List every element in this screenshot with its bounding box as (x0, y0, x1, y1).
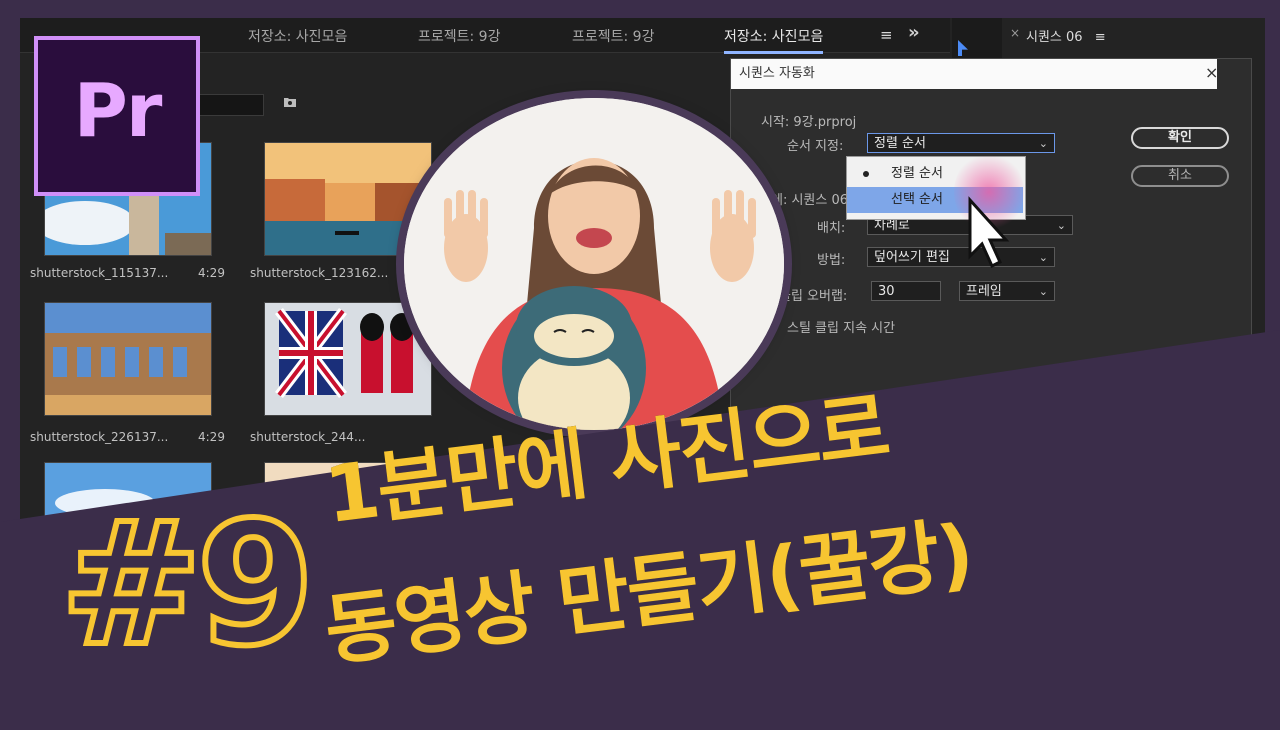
chevron-down-icon: ⌄ (1056, 219, 1066, 232)
tab-bin-photos[interactable]: 저장소: 사진모음 (248, 26, 347, 46)
clip-thumbnail[interactable] (44, 302, 212, 416)
tab-menu-icon[interactable]: ≡ (880, 26, 893, 44)
ordering-label: 순서 지정: (787, 139, 844, 154)
clip-name: shutterstock_226137... (30, 430, 169, 444)
clip-duration: 4:29 (198, 266, 225, 280)
overlap-unit-value: 프레임 (966, 284, 1002, 299)
method-value: 덮어쓰기 편집 (874, 250, 950, 265)
tab-overflow-icon[interactable]: » (908, 22, 920, 43)
close-icon[interactable]: × (1010, 26, 1020, 40)
clip-name: shutterstock_123162... (250, 266, 389, 280)
premiere-pro-logo: Pr (34, 36, 200, 196)
clip-overlap-label: 클립 오버랩: (779, 289, 848, 304)
placement-label: 배치: (817, 221, 846, 236)
chevron-down-icon: ⌄ (1038, 251, 1048, 264)
close-icon[interactable]: × (1205, 63, 1218, 82)
folder-search-icon[interactable] (282, 96, 298, 110)
to-label: 에: 시퀀스 06 (771, 193, 849, 208)
ordering-select[interactable]: 정렬 순서 ⌄ (867, 133, 1055, 153)
tab-project-2[interactable]: 프로젝트: 9강 (572, 26, 654, 46)
chevron-down-icon: ⌄ (1038, 285, 1048, 298)
dialog-title: 시퀀스 자동화 (731, 59, 1217, 89)
clip-duration: 4:29 (198, 430, 225, 444)
cancel-button[interactable]: 취소 (1131, 165, 1229, 187)
ok-button[interactable]: 확인 (1131, 127, 1229, 149)
checked-dot-icon (863, 171, 869, 177)
ordering-value: 정렬 순서 (874, 136, 926, 151)
presenter-avatar (404, 98, 784, 430)
method-label: 방법: (817, 253, 846, 268)
placement-value: 차례로 (874, 218, 910, 233)
overlap-unit-select[interactable]: 프레임 ⌄ (959, 281, 1055, 301)
option-label: 선택 순서 (891, 192, 943, 207)
episode-number-text: #9 (57, 483, 318, 687)
from-label: 시작: 9강.prproj (761, 115, 857, 130)
sequence-title: 시퀀스 06 ≡ (1026, 26, 1106, 45)
option-label: 정렬 순서 (891, 166, 943, 181)
clip-name: shutterstock_115137... (30, 266, 169, 280)
clip-overlap-input[interactable]: 30 (871, 281, 941, 301)
sequence-title-text: 시퀀스 06 (1026, 30, 1083, 45)
tab-bin-photos-active[interactable]: 저장소: 사진모음 (724, 26, 824, 54)
tab-project-1[interactable]: 프로젝트: 9강 (418, 26, 500, 46)
episode-number: #9 (57, 483, 318, 687)
logo-text: Pr (73, 68, 163, 154)
method-select[interactable]: 덮어쓰기 편집 ⌄ (867, 247, 1055, 267)
still-duration-label: 스틸 클립 지속 시간 (787, 321, 896, 336)
mouse-pointer-icon (968, 196, 1010, 269)
chevron-down-icon: ⌄ (1038, 137, 1048, 150)
clip-thumbnail[interactable] (264, 302, 432, 416)
panel-menu-icon[interactable]: ≡ (1095, 30, 1106, 45)
